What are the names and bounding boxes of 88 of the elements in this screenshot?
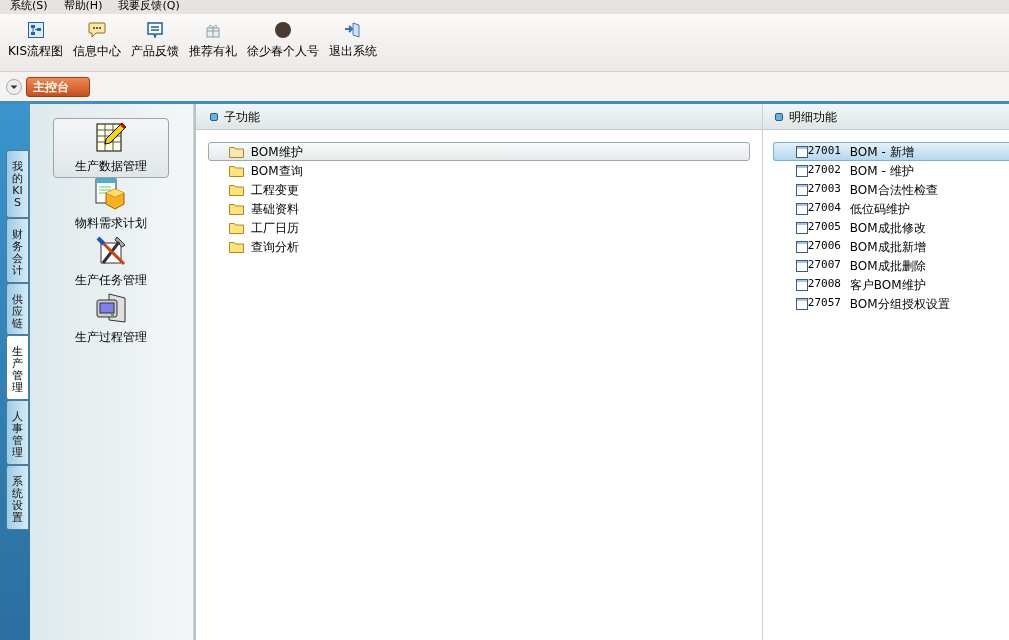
folder-icon bbox=[228, 221, 245, 234]
tree-item[interactable]: 基础资料 bbox=[207, 199, 750, 218]
list-item[interactable]: 27057 BOM分组授权设置 bbox=[772, 294, 1009, 313]
square-icon bbox=[774, 112, 783, 121]
document-icon bbox=[795, 240, 808, 253]
document-icon bbox=[795, 164, 808, 177]
tree-item[interactable]: 查询分析 bbox=[207, 237, 750, 256]
item-code: 27002 bbox=[807, 162, 842, 179]
tree-label: 查询分析 bbox=[250, 238, 299, 256]
item-code: 27001 bbox=[807, 143, 842, 160]
avatar bbox=[275, 22, 292, 38]
square-icon bbox=[209, 112, 218, 121]
item-label: BOM - 维护 bbox=[849, 162, 914, 180]
item-code: 27005 bbox=[807, 219, 842, 236]
document-icon bbox=[795, 183, 808, 196]
list-item[interactable]: 27002 BOM - 维护 bbox=[772, 161, 1009, 180]
table-pencil-icon bbox=[95, 121, 128, 153]
menu-item[interactable]: 帮助(H) bbox=[63, 0, 103, 14]
item-code: 27008 bbox=[807, 276, 842, 293]
tree-item[interactable]: BOM维护 bbox=[207, 142, 750, 161]
item-label: BOM成批新增 bbox=[849, 238, 926, 256]
tree-item[interactable]: BOM查询 bbox=[207, 161, 750, 180]
module-button[interactable]: 生产数据管理 bbox=[53, 118, 170, 178]
chat-bubble-icon bbox=[88, 22, 107, 38]
toolbar-button[interactable]: 退出系统 bbox=[327, 22, 380, 60]
side-tab[interactable]: 财务会计 bbox=[6, 218, 29, 283]
item-code: 27007 bbox=[807, 257, 842, 274]
side-tab[interactable]: 生产管理 bbox=[6, 335, 29, 400]
side-tab[interactable]: 我的KIS bbox=[6, 150, 29, 218]
document-icon bbox=[795, 221, 808, 234]
list-item[interactable]: 27007 BOM成批删除 bbox=[772, 256, 1009, 275]
document-icon bbox=[795, 259, 808, 272]
panel-title: 子功能 bbox=[223, 108, 260, 126]
tree-label: BOM查询 bbox=[250, 162, 303, 180]
item-label: BOM合法性检查 bbox=[849, 181, 938, 199]
window-cube-icon bbox=[95, 178, 128, 210]
item-label: 低位码维护 bbox=[849, 200, 910, 218]
side-tab[interactable]: 人事管理 bbox=[6, 400, 29, 465]
list-item[interactable]: 27006 BOM成批新增 bbox=[772, 237, 1009, 256]
tree-label: 工程变更 bbox=[250, 181, 299, 199]
list-item[interactable]: 27001 BOM - 新增 bbox=[772, 142, 1009, 161]
list-item[interactable]: 27005 BOM成批修改 bbox=[772, 218, 1009, 237]
module-button[interactable]: 生产过程管理 bbox=[53, 289, 170, 349]
item-code: 27004 bbox=[807, 200, 842, 217]
folder-icon bbox=[228, 240, 245, 253]
module-button[interactable]: 生产任务管理 bbox=[53, 232, 170, 292]
tree-label: 工厂日历 bbox=[250, 219, 299, 237]
screwdriver-hammer-icon bbox=[95, 235, 128, 267]
folder-icon bbox=[228, 202, 245, 215]
folder-icon bbox=[228, 183, 245, 196]
panel-title: 明细功能 bbox=[788, 108, 837, 126]
item-label: 客户BOM维护 bbox=[849, 276, 926, 294]
item-label: BOM分组授权设置 bbox=[849, 295, 950, 313]
toolbar-button[interactable]: 徐少春个人号 bbox=[245, 22, 322, 60]
toolbar-button[interactable]: 产品反馈 bbox=[129, 22, 182, 60]
document-icon bbox=[795, 202, 808, 215]
message-icon bbox=[147, 22, 164, 38]
toolbar-button[interactable]: 信息中心 bbox=[71, 22, 124, 60]
item-code: 27006 bbox=[807, 238, 842, 255]
list-item[interactable]: 27008 客户BOM维护 bbox=[772, 275, 1009, 294]
menu-item[interactable]: 系统(S) bbox=[10, 0, 48, 14]
item-label: BOM成批删除 bbox=[849, 257, 926, 275]
folder-icon bbox=[228, 145, 245, 158]
exit-icon bbox=[344, 22, 363, 38]
item-label: BOM成批修改 bbox=[849, 219, 926, 237]
list-item[interactable]: 27003 BOM合法性检查 bbox=[772, 180, 1009, 199]
item-code: 27003 bbox=[807, 181, 842, 198]
gift-icon bbox=[205, 22, 222, 38]
menu-item[interactable]: 我要反馈(Q) bbox=[118, 0, 180, 14]
side-tab[interactable]: 系统设置 bbox=[6, 465, 29, 530]
document-icon bbox=[795, 278, 808, 291]
flowchart-icon bbox=[27, 22, 44, 38]
tree-item[interactable]: 工厂日历 bbox=[207, 218, 750, 237]
item-code: 27057 bbox=[807, 295, 842, 312]
document-icon bbox=[795, 297, 808, 310]
terminal-icon bbox=[95, 292, 128, 324]
item-label: BOM - 新增 bbox=[849, 143, 914, 161]
tree-item[interactable]: 工程变更 bbox=[207, 180, 750, 199]
module-button[interactable]: 物料需求计划 bbox=[53, 175, 170, 235]
toolbar-button[interactable]: 推荐有礼 bbox=[187, 22, 240, 60]
toolbar-button[interactable]: KIS流程图 bbox=[6, 22, 66, 60]
tree-label: 基础资料 bbox=[250, 200, 299, 218]
side-tab[interactable]: 供应链 bbox=[6, 283, 29, 335]
list-item[interactable]: 27004 低位码维护 bbox=[772, 199, 1009, 218]
tree-label: BOM维护 bbox=[250, 143, 303, 161]
dropdown-icon[interactable] bbox=[6, 78, 22, 95]
document-icon bbox=[795, 145, 808, 158]
folder-icon bbox=[228, 164, 245, 177]
